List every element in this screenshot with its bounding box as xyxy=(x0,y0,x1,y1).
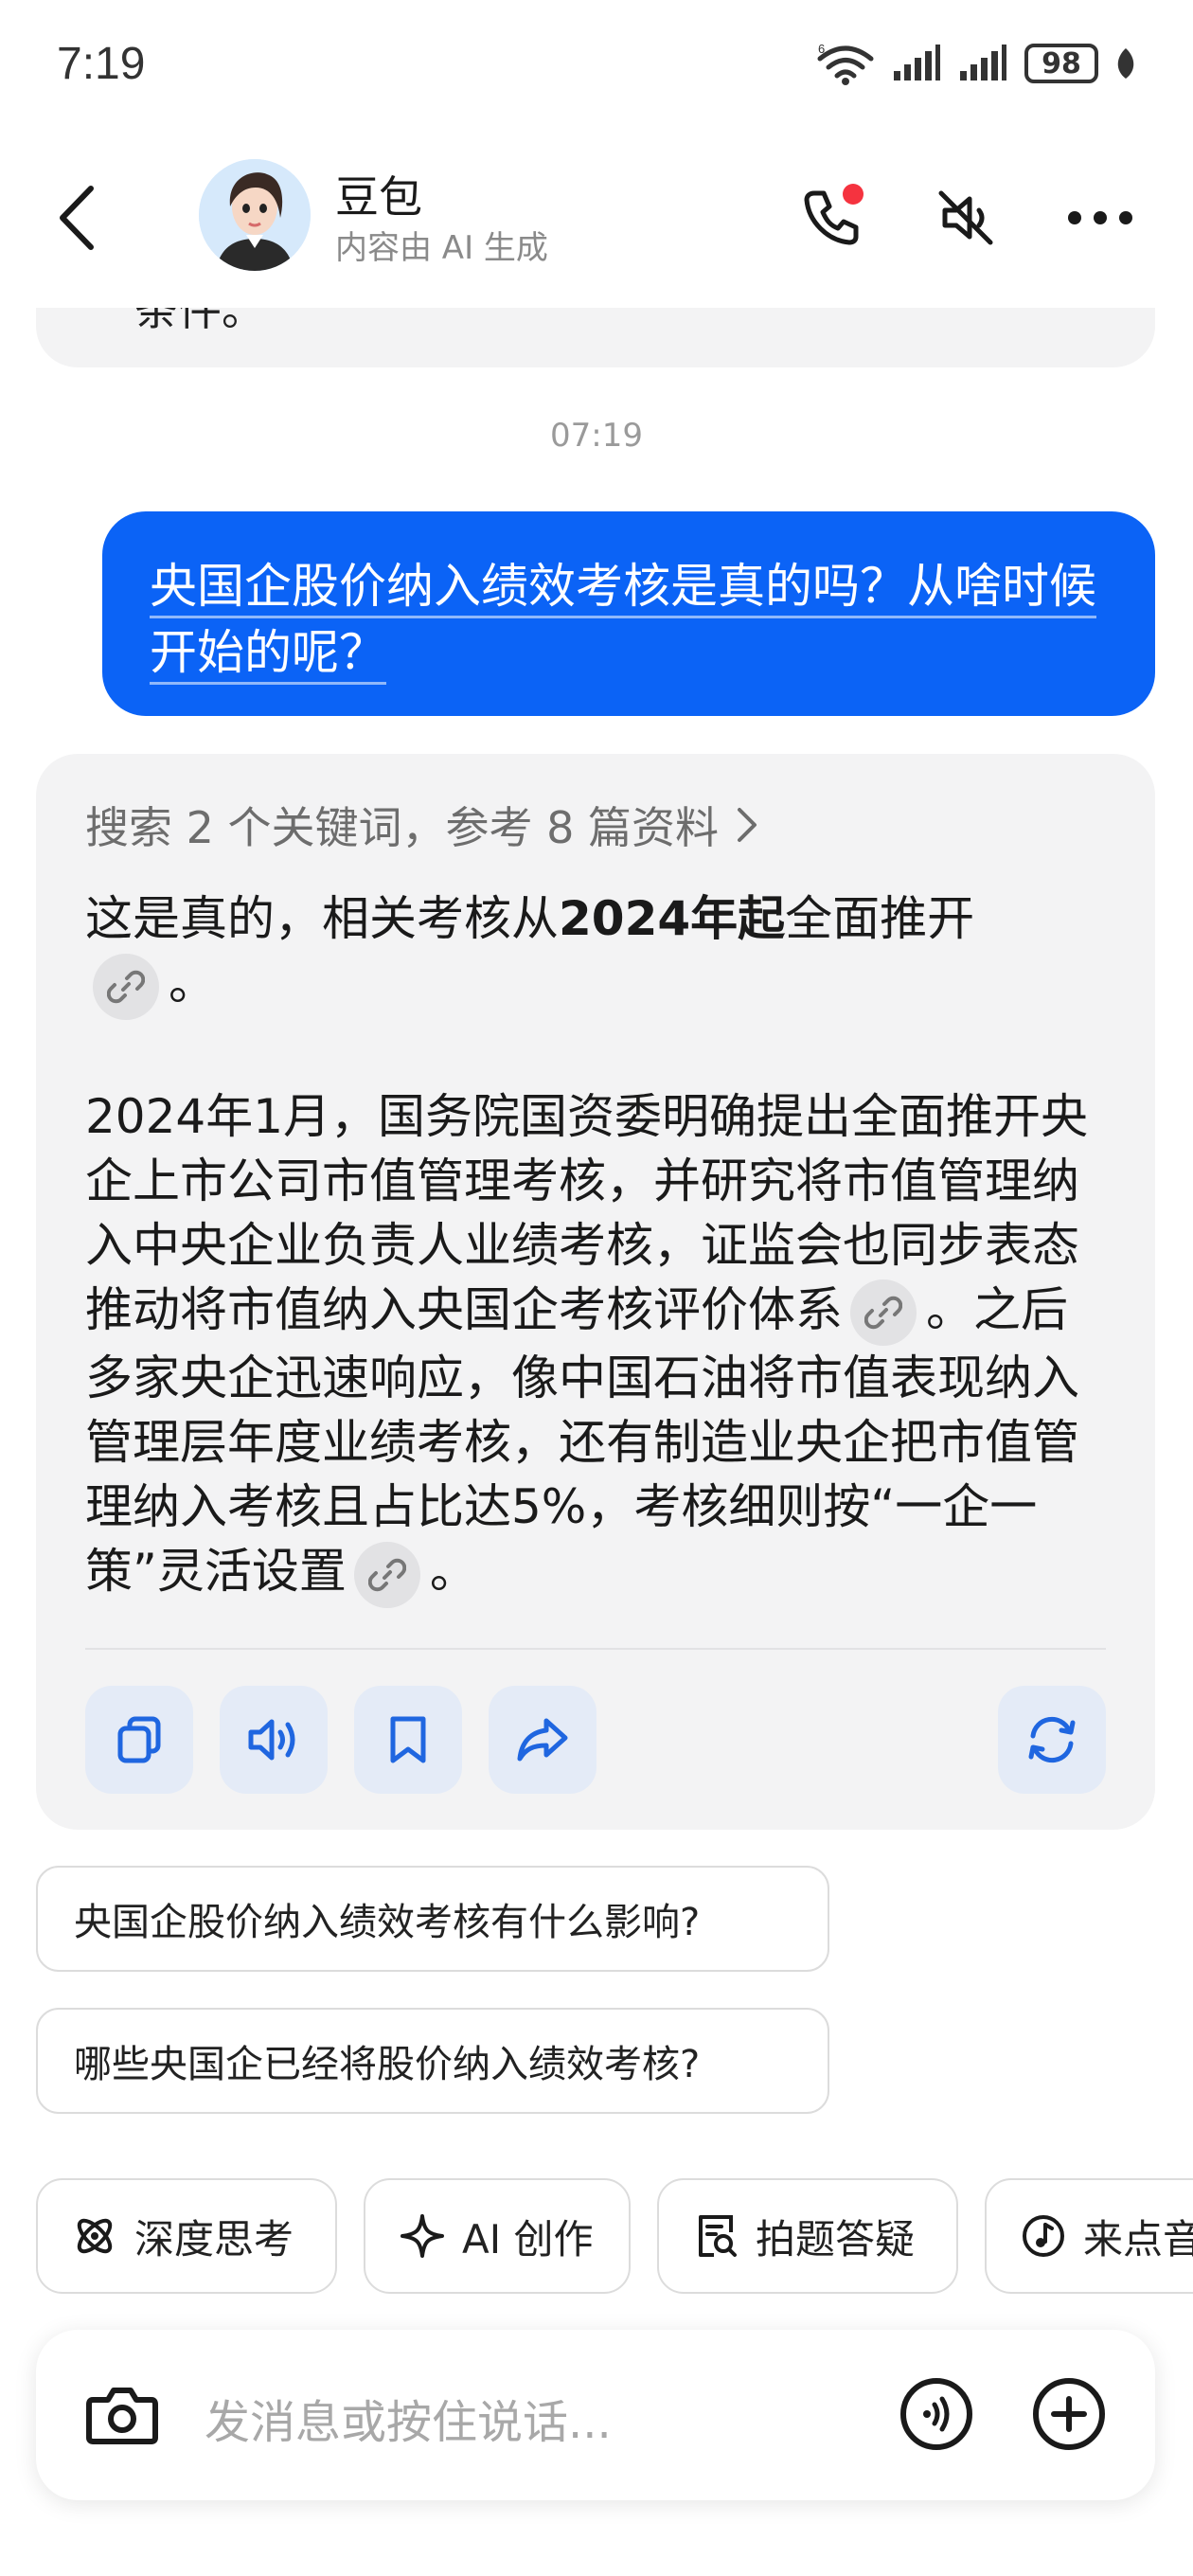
add-button[interactable] xyxy=(1026,2371,1112,2457)
status-icons: 6 98 xyxy=(816,42,1136,85)
camera-button[interactable] xyxy=(80,2371,165,2457)
voice-button[interactable] xyxy=(894,2371,979,2457)
regenerate-button[interactable] xyxy=(998,1686,1106,1794)
search-summary-text: 搜索 2 个关键词，参考 8 篇资料 xyxy=(85,802,720,853)
share-button[interactable] xyxy=(489,1686,596,1794)
share-icon xyxy=(517,1718,568,1762)
answer-period: 。 xyxy=(429,1544,477,1599)
signal-icon-2 xyxy=(960,45,1006,80)
avatar[interactable] xyxy=(199,159,311,271)
bot-name: 豆包 xyxy=(335,171,422,223)
tool-photo-question[interactable]: 拍题答疑 xyxy=(657,2178,958,2294)
answer-p1-text-end: 全面推开 xyxy=(785,891,975,946)
more-dots-icon xyxy=(1068,211,1132,224)
message-input[interactable]: 发消息或按住说话... xyxy=(205,2385,612,2451)
mute-button[interactable] xyxy=(928,180,1004,256)
read-aloud-button[interactable] xyxy=(220,1686,328,1794)
source-link-chip[interactable] xyxy=(93,953,159,1020)
tool-deep-thinking[interactable]: 深度思考 xyxy=(36,2178,337,2294)
user-message-bubble[interactable]: 央国企股价纳入绩效考核是真的吗？从啥时候开始的呢？ xyxy=(102,511,1155,716)
bot-message-bubble: 搜索 2 个关键词，参考 8 篇资料 这是真的，相关考核从2024年起全面推开。… xyxy=(36,754,1155,1830)
sparkle-icon xyxy=(401,2214,444,2258)
music-note-icon xyxy=(1023,2215,1064,2257)
link-icon xyxy=(367,1558,406,1591)
suggested-question[interactable]: 央国企股价纳入绩效考核有什么影响? xyxy=(36,1866,829,1972)
notification-dot xyxy=(843,184,864,205)
scan-doc-icon xyxy=(699,2215,737,2257)
refresh-icon xyxy=(1028,1716,1076,1763)
tool-music[interactable]: 来点音 xyxy=(985,2178,1193,2294)
speaker-icon xyxy=(248,1719,295,1761)
voice-wave-icon xyxy=(900,2378,972,2450)
ai-generated-label: 内容由 AI 生成 xyxy=(335,229,548,267)
answer-paragraph-2: 2024年1月，国务院国资委明确提出全面推开央企上市公司市值管理考核，并研究将市… xyxy=(85,1084,1108,1608)
camera-icon xyxy=(86,2388,158,2444)
bookmark-icon xyxy=(390,1716,426,1763)
message-timestamp: 07:19 xyxy=(550,417,643,455)
link-icon xyxy=(864,1296,902,1330)
status-time: 7:19 xyxy=(57,39,146,89)
leaf-icon xyxy=(1117,48,1134,79)
status-bar: 7:19 6 98 xyxy=(0,0,1193,142)
signal-icon xyxy=(894,45,940,80)
more-button[interactable] xyxy=(1062,180,1138,256)
answer-paragraph-1: 这是真的，相关考核从2024年起全面推开。 xyxy=(85,886,1108,1020)
network-label: 6 xyxy=(818,42,825,56)
chat-header: 豆包 内容由 AI 生成 xyxy=(0,142,1193,308)
atom-icon xyxy=(77,2218,113,2254)
battery-level: 98 xyxy=(1024,44,1098,83)
source-link-chip[interactable] xyxy=(850,1279,917,1346)
search-references-link[interactable]: 搜索 2 个关键词，参考 8 篇资料 xyxy=(85,794,758,856)
tool-chip-row: 深度思考 AI 创作 拍题答疑 来点音 xyxy=(0,2178,1193,2296)
bookmark-button[interactable] xyxy=(354,1686,462,1794)
call-button[interactable] xyxy=(793,180,869,256)
chevron-left-icon xyxy=(60,186,94,250)
wifi-icon: 6 xyxy=(817,42,874,85)
answer-body: 这是真的，相关考核从2024年起全面推开。 2024年1月，国务院国资委明确提出… xyxy=(85,886,1108,1673)
divider xyxy=(85,1648,1106,1650)
tool-label: 来点音 xyxy=(1083,2215,1193,2263)
answer-p1-text: 这是真的，相关考核从 xyxy=(85,891,559,946)
tool-label: AI 创作 xyxy=(462,2215,594,2263)
source-link-chip[interactable] xyxy=(353,1541,420,1608)
copy-icon xyxy=(117,1716,161,1763)
chevron-right-icon xyxy=(738,808,757,842)
back-button[interactable] xyxy=(47,180,104,256)
suggested-question[interactable]: 哪些央国企已经将股价纳入绩效考核? xyxy=(36,2008,829,2114)
link-icon xyxy=(107,970,145,1003)
answer-period: 。 xyxy=(169,956,216,1011)
plus-circle-icon xyxy=(1033,2378,1105,2450)
tool-ai-create[interactable]: AI 创作 xyxy=(364,2178,631,2294)
message-input-bar: 发消息或按住说话... xyxy=(36,2330,1155,2500)
tool-label: 深度思考 xyxy=(134,2215,294,2263)
speaker-muted-icon xyxy=(938,190,993,245)
copy-button[interactable] xyxy=(85,1686,193,1794)
answer-p1-bold: 2024年起 xyxy=(559,891,786,946)
tool-label: 拍题答疑 xyxy=(756,2215,916,2263)
user-message-text[interactable]: 央国企股价纳入绩效考核是真的吗？从啥时候开始的呢？ xyxy=(150,553,1108,686)
avatar-portrait-icon xyxy=(199,159,311,271)
